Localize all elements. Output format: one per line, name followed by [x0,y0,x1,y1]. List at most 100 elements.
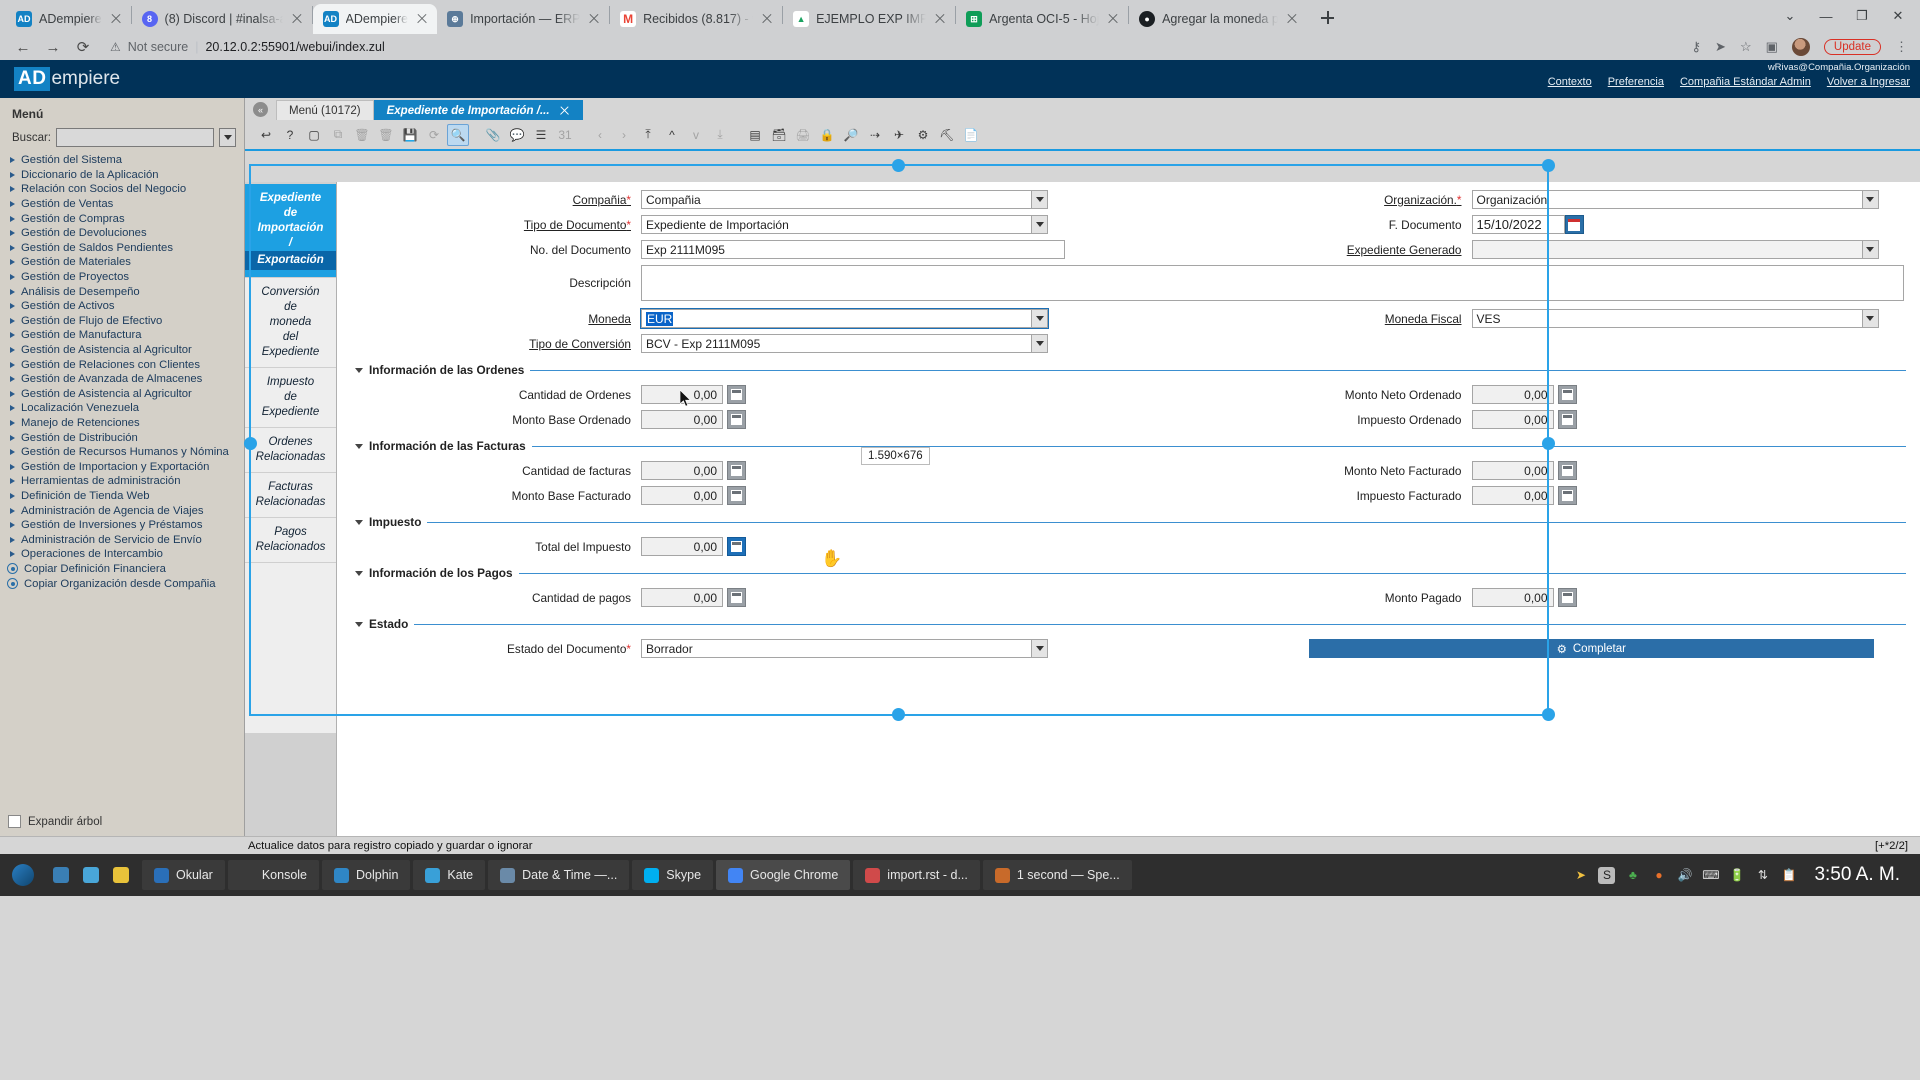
sidebar-item[interactable]: Gestión de Avanzada de Almacenes [5,372,244,387]
extensions-icon[interactable]: ▣ [1766,39,1778,55]
send-mail-icon[interactable]: ✈ [888,124,910,146]
arrow-right-icon[interactable] [10,245,15,251]
speaker-icon[interactable]: 🔊 [1676,867,1693,884]
sidebar-item[interactable]: Gestión de Distribución [5,430,244,445]
field-f-documento[interactable]: 15/10/2022 [1472,215,1584,234]
arrow-right-icon[interactable] [10,551,15,557]
sidebar-item[interactable]: Gestión de Activos [5,299,244,314]
arrow-right-icon[interactable] [10,537,15,543]
chevron-down-icon[interactable] [1031,215,1048,234]
field-moneda[interactable]: EUR [641,309,1048,328]
vtab-5[interactable]: PagosRelacionados [245,518,336,563]
avatar[interactable] [1792,38,1810,56]
arrow-right-icon[interactable] [10,289,15,295]
close-icon[interactable] [290,12,304,26]
organizacion-value[interactable]: Organización [1472,190,1862,209]
new-record-icon[interactable]: ▢ [303,124,325,146]
numeric-value[interactable]: 0,00 [641,410,723,429]
close-icon[interactable] [933,12,947,26]
update-button[interactable]: Update [1824,39,1881,55]
section-header[interactable]: Información de las Facturas [355,439,1906,453]
address-bar[interactable]: ⚠ Not secure | 20.12.0.2:55901/webui/ind… [98,36,1692,58]
password-key-icon[interactable]: ⚷ [1692,39,1702,55]
archive-icon[interactable]: 🗃 [768,124,790,146]
browser-tab[interactable]: ⊞ Argenta OCI-5 - Hojas de [956,4,1128,34]
process-circle-icon[interactable] [7,578,18,589]
chevron-down-icon[interactable] [1862,240,1879,259]
taskbar-item[interactable]: Dolphin [322,860,410,890]
keyboard-icon[interactable]: ⌨ [1702,867,1719,884]
no-documento-value[interactable]: Exp 2111M095 [641,240,1065,259]
chevron-down-icon[interactable] [1031,190,1048,209]
arrow-right-icon[interactable] [10,332,15,338]
arrow-right-icon[interactable] [10,230,15,236]
numeric-value[interactable]: 0,00 [641,461,723,480]
browser-tab[interactable]: ● Agregar la moneda para [1129,4,1307,34]
files-icon[interactable] [76,854,106,896]
completar-button[interactable]: ⚙ Completar [1309,639,1875,658]
numeric-value[interactable]: 0,00 [641,588,723,607]
sidebar-item[interactable]: Gestión del Sistema [5,153,244,168]
moneda-fiscal-value[interactable]: VES [1472,309,1862,328]
section-header[interactable]: Información de los Pagos [355,566,1906,580]
folder-icon[interactable] [46,854,76,896]
share-icon[interactable]: ➤ [1715,39,1726,55]
numeric-value[interactable]: 0,00 [1472,486,1554,505]
calculator-icon[interactable] [727,385,746,404]
numeric-field[interactable]: 0,00 [641,486,746,505]
sidebar-item[interactable]: Copiar Organización desde Compañia [5,576,244,591]
expand-tree-checkbox[interactable] [8,815,21,828]
close-window-icon[interactable]: ✕ [1880,2,1916,30]
arrow-right-icon[interactable] [10,303,15,309]
resize-handle-bottom[interactable] [892,708,905,721]
prev-record-icon[interactable]: ^ [661,124,683,146]
chevron-down-icon[interactable] [1862,309,1879,328]
arrow-right-icon[interactable] [10,186,15,192]
numeric-value[interactable]: 0,00 [1472,588,1554,607]
tree-icon[interactable]: ♣ [1624,867,1641,884]
sidebar-item[interactable]: Gestión de Importacion y Exportación [5,459,244,474]
chevron-down-icon[interactable] [1862,190,1879,209]
vtab-3[interactable]: OrdenesRelacionadas [245,428,336,473]
field-organizacion[interactable]: Organización [1472,190,1879,209]
arrow-right-icon[interactable] [10,420,15,426]
field-moneda-fiscal[interactable]: VES [1472,309,1879,328]
calculator-icon[interactable] [727,588,746,607]
browser-tab[interactable]: ▲ EJEMPLO EXP IMPORTAC [783,4,955,34]
chrome-menu-icon[interactable]: ⋮ [1895,42,1908,51]
vtab-2[interactable]: ImpuestodeExpediente [245,368,336,428]
numeric-value[interactable]: 0,00 [1472,385,1554,404]
network-icon[interactable]: ⇅ [1754,867,1771,884]
numeric-value[interactable]: 0,00 [1472,410,1554,429]
sidebar-item[interactable]: Herramientas de administración [5,474,244,489]
calculator-icon[interactable] [1558,588,1577,607]
arrow-right-icon[interactable] [10,347,15,353]
compania-value[interactable]: Compañia [641,190,1031,209]
arrow-right-icon[interactable] [10,464,15,470]
sidebar-item[interactable]: Diccionario de la Aplicación [5,168,244,183]
arrow-right-icon[interactable] [10,216,15,222]
field-estado-documento[interactable]: Borrador [641,639,1048,658]
yellow-arrow-icon[interactable]: ➤ [1572,867,1589,884]
field-compania[interactable]: Compañia [641,190,1048,209]
forward-icon[interactable]: → [38,36,68,58]
close-icon[interactable] [109,12,123,26]
collapse-triangle-icon[interactable] [355,368,363,373]
attachment-icon[interactable]: 📎 [482,124,504,146]
process-circle-icon[interactable] [7,563,18,574]
sidebar-item[interactable]: Operaciones de Intercambio [5,547,244,562]
product-info-icon[interactable]: ⛏ [936,124,958,146]
calculator-icon[interactable] [1558,486,1577,505]
sidebar-item[interactable]: Gestión de Proyectos [5,270,244,285]
sidebar-item[interactable]: Gestión de Recursos Humanos y Nómina [5,445,244,460]
arrow-right-icon[interactable] [10,405,15,411]
numeric-field[interactable]: 0,00 [641,410,746,429]
taskbar-item[interactable]: Kate [413,860,485,890]
browser-tab[interactable]: M Recibidos (8.817) - wrivas [610,4,782,34]
undo-icon[interactable]: ↩ [255,124,277,146]
tab-expediente-importacion[interactable]: Expediente de Importación /... [374,100,583,120]
sidebar-item[interactable]: Manejo de Retenciones [5,416,244,431]
battery-icon[interactable]: 🔋 [1728,867,1745,884]
arrow-right-icon[interactable] [10,391,15,397]
clock[interactable]: 3:50 A. M. [1806,864,1908,886]
